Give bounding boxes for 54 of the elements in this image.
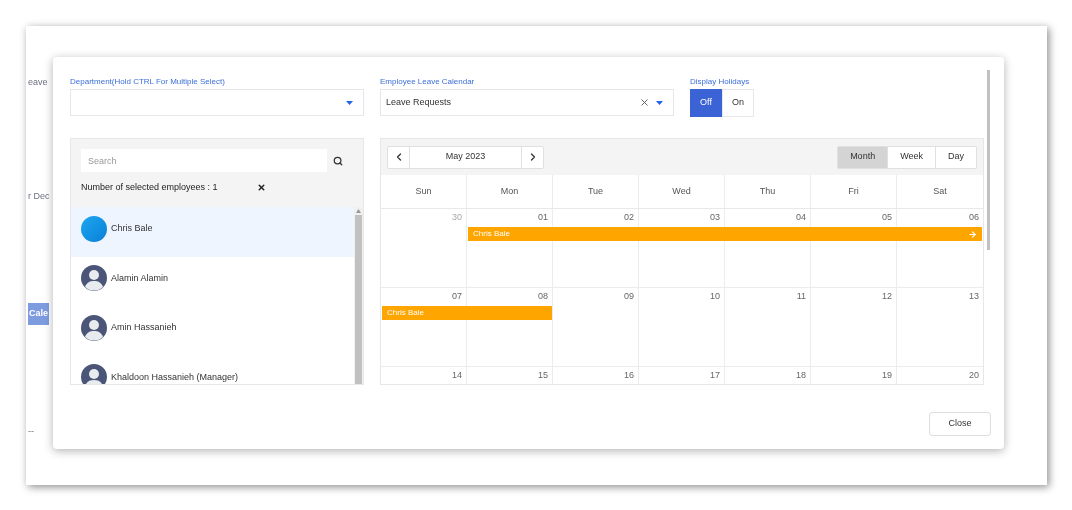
day-number: 10 [710, 290, 720, 303]
view-tab[interactable]: Day [935, 146, 976, 168]
caret-icon [346, 100, 353, 105]
day-number: 14 [452, 369, 462, 382]
day-number: 03 [710, 211, 720, 224]
day-number: 08 [538, 290, 548, 303]
view-tab[interactable]: Month [838, 146, 888, 168]
selected-count: Number of selected employees : 1 [81, 181, 219, 194]
day-number: 02 [624, 211, 634, 224]
day-number: 11 [796, 290, 806, 303]
day-number: 04 [796, 211, 806, 224]
day-number: 15 [538, 369, 548, 382]
background-text: -- [28, 424, 34, 438]
continues-arrow-icon [968, 229, 977, 239]
day-number: 30 [452, 211, 462, 224]
day-number: 05 [882, 211, 892, 224]
day-number: 17 [710, 369, 720, 382]
weekday-header: Mon [500, 184, 519, 198]
field-label: Display Holidays [690, 76, 751, 86]
weekday-header: Thu [759, 184, 776, 198]
day-number: 12 [882, 290, 892, 303]
background-text: eave [28, 76, 48, 89]
day-number: 20 [969, 369, 979, 382]
day-number: 07 [452, 290, 462, 303]
day-number: 09 [624, 290, 634, 303]
day-number: 06 [969, 211, 979, 224]
calendar-select[interactable]: Leave Requests [380, 89, 674, 116]
search-field[interactable]: Search [81, 149, 327, 172]
weekday-header: Sun [415, 184, 432, 198]
caret-icon [656, 100, 663, 105]
toggle-option[interactable]: Off [690, 89, 722, 117]
day-number: 18 [796, 369, 806, 382]
weekday-header: Fri [848, 184, 859, 198]
weekday-header: Sat [933, 184, 947, 198]
weekday-header: Tue [587, 184, 604, 198]
employee-item[interactable]: Chris Bale [71, 207, 354, 257]
scrollbar[interactable] [354, 207, 363, 384]
day-number: 19 [882, 369, 892, 382]
close-button[interactable]: Close [929, 412, 991, 436]
field-label: Employee Leave Calendar [380, 76, 476, 86]
person-silhouette-icon [81, 265, 107, 292]
toggle-option[interactable]: On [722, 89, 754, 117]
background-text: r Dec [28, 189, 50, 203]
person-silhouette-icon [81, 314, 107, 341]
month-title: May 2023 [444, 150, 487, 164]
day-number: 16 [624, 369, 634, 382]
clear-icon[interactable] [639, 97, 650, 108]
day-number: 13 [969, 290, 979, 303]
day-number: 01 [538, 211, 548, 224]
clear-selection-icon[interactable] [257, 183, 266, 193]
search-icon[interactable] [333, 155, 343, 166]
avatar-photo-placeholder [81, 215, 107, 242]
field-label: Department(Hold CTRL For Multiple Select) [70, 76, 226, 86]
weekday-header: Wed [672, 184, 691, 198]
